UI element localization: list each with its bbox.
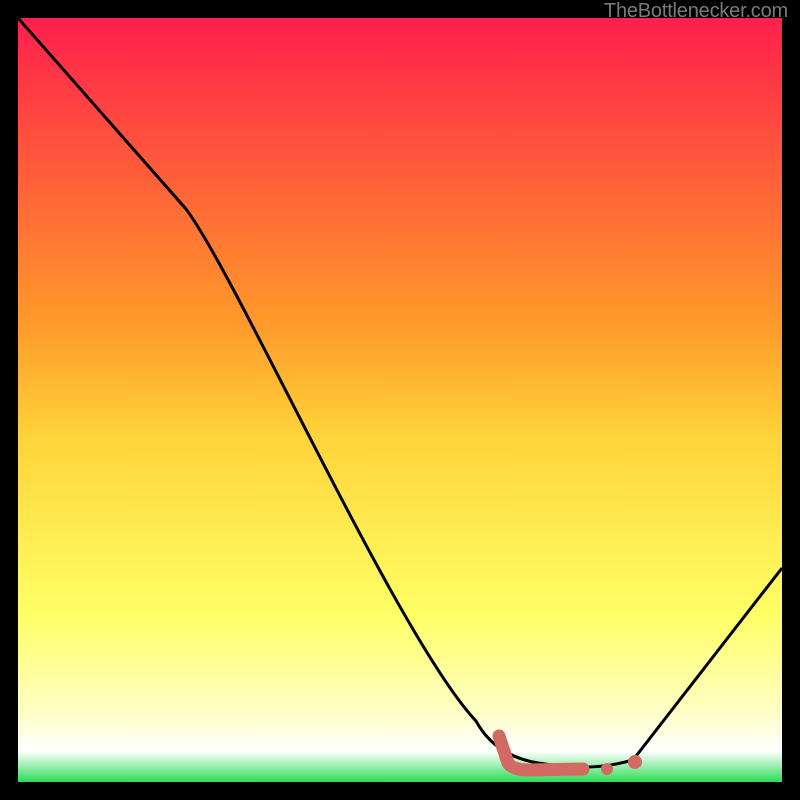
highlight-dot [628, 755, 642, 769]
chart-frame [18, 18, 782, 782]
highlight-dot [601, 763, 613, 775]
bottleneck-chart [18, 18, 782, 782]
gradient-background [18, 18, 782, 782]
